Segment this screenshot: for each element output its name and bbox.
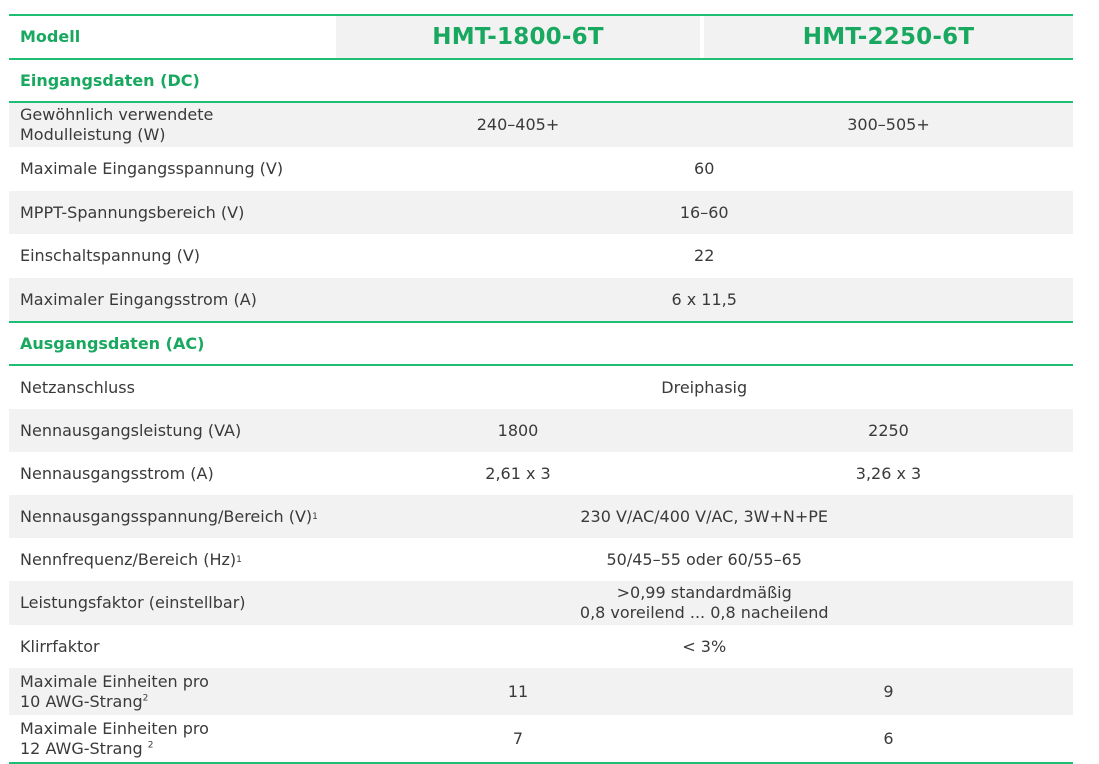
row-value: 6 x 11,5: [671, 289, 737, 309]
row-value: Dreiphasig: [661, 377, 748, 397]
row-value-model-1: 1800: [497, 420, 539, 440]
row-label-line: Gewöhnlich verwendete: [20, 105, 214, 124]
row-value: 60: [694, 159, 715, 178]
row-value-model-2: 300–505+: [704, 103, 1073, 147]
row-value: 16–60: [679, 202, 729, 222]
row-label: Netzanschluss: [20, 377, 135, 397]
row-label: Nennfrequenz/Bereich (Hz) 1: [20, 549, 242, 569]
row-label-text: Nennfrequenz/Bereich (Hz): [20, 549, 237, 569]
header-model-1: HMT-1800-6T: [336, 16, 700, 58]
header-label: Modell: [20, 27, 81, 46]
row-label: Maximale Einheiten pro 12 AWG-Strang 2: [9, 715, 334, 762]
row-label: Nennausgangsstrom (A): [20, 463, 214, 483]
row-value: 230 V/AC/400 V/AC, 3W+N+PE: [580, 506, 829, 526]
row-value-model-2: 2250: [868, 420, 909, 440]
row-label-text: 10 AWG-Strang: [20, 691, 143, 711]
row-label: Maximaler Eingangsstrom (A): [20, 289, 257, 309]
row-label: MPPT-Spannungsbereich (V): [20, 202, 245, 222]
section-header-dc: Eingangsdaten (DC): [9, 58, 1073, 103]
row-value-model-2: 6: [883, 728, 894, 748]
table-row: Leistungsfaktor (einstellbar) >0,99 stan…: [9, 581, 1073, 625]
table-row: Maximaler Eingangsstrom (A) 6 x 11,5: [9, 278, 1073, 321]
table-row: Maximale Einheiten pro 12 AWG-Strang 2 7…: [9, 715, 1073, 764]
row-value: < 3%: [682, 636, 727, 656]
table-row: Nennausgangsstrom (A) 2,61 x 3 3,26 x 3: [9, 452, 1073, 495]
row-value: 50/45–55 oder 60/55–65: [606, 549, 802, 569]
section-title: Ausgangsdaten (AC): [20, 333, 205, 353]
section-title: Eingangsdaten (DC): [20, 70, 200, 90]
table-header-row: Modell HMT-1800-6T HMT-2250-6T: [9, 14, 1073, 58]
table-row: Nennfrequenz/Bereich (Hz) 1 50/45–55 oder…: [9, 538, 1073, 581]
header-model-2: HMT-2250-6T: [704, 16, 1073, 58]
section-header-ac: Ausgangsdaten (AC): [9, 321, 1073, 366]
row-label: Leistungsfaktor (einstellbar): [20, 593, 246, 612]
row-label: Maximale Eingangsspannung (V): [20, 159, 284, 178]
row-value-line: >0,99 standardmäßig: [616, 583, 792, 602]
table-row: Nennausgangsleistung (VA) 1800 2250: [9, 409, 1073, 452]
row-label: Nennausgangsspannung/Bereich (V) 1: [20, 506, 318, 526]
row-label: Einschaltspannung (V): [20, 246, 201, 265]
row-value-model-1: 240–405+: [336, 103, 700, 147]
row-label-line: Modulleistung (W): [20, 125, 166, 144]
row-value: >0,99 standardmäßig 0,8 voreilend ... 0,…: [335, 581, 1073, 625]
row-label-line: 10 AWG-Strang2: [20, 692, 148, 712]
spec-table: Modell HMT-1800-6T HMT-2250-6T Eingangsd…: [9, 14, 1073, 764]
row-label: Gewöhnlich verwendete Modulleistung (W): [9, 103, 334, 147]
row-value-model-2: 9: [883, 681, 894, 701]
table-row: Nennausgangsspannung/Bereich (V) 1 230 V/…: [9, 495, 1073, 538]
row-label-line: Maximale Einheiten pro: [20, 671, 209, 691]
row-value-model-1: 2,61 x 3: [485, 463, 551, 483]
row-label-line: Maximale Einheiten pro: [20, 718, 209, 738]
table-row: Gewöhnlich verwendete Modulleistung (W) …: [9, 103, 1073, 147]
row-value-model-1: 11: [507, 681, 529, 701]
table-row: Einschaltspannung (V) 22: [9, 234, 1073, 278]
footnote-marker: 2: [147, 740, 154, 751]
table-row: Maximale Eingangsspannung (V) 60: [9, 147, 1073, 191]
row-label: Klirrfaktor: [20, 636, 100, 656]
row-label-text: Nennausgangsspannung/Bereich (V): [20, 506, 313, 526]
row-value-model-1: 7: [512, 728, 524, 748]
table-row: Klirrfaktor < 3%: [9, 625, 1073, 668]
table-row: MPPT-Spannungsbereich (V) 16–60: [9, 191, 1073, 234]
table-row: Maximale Einheiten pro 10 AWG-Strang2 11…: [9, 668, 1073, 715]
row-label-text: 12 AWG-Strang: [20, 738, 148, 758]
footnote-marker: 2: [142, 693, 149, 704]
row-label: Maximale Einheiten pro 10 AWG-Strang2: [9, 668, 334, 715]
row-label: Nennausgangsleistung (VA): [20, 420, 242, 440]
row-value: 22: [694, 246, 715, 265]
row-label-line: 12 AWG-Strang 2: [20, 739, 153, 759]
row-value-line: 0,8 voreilend ... 0,8 nacheilend: [579, 603, 829, 622]
row-value-model-2: 3,26 x 3: [855, 463, 922, 483]
table-row: Netzanschluss Dreiphasig: [9, 366, 1073, 409]
